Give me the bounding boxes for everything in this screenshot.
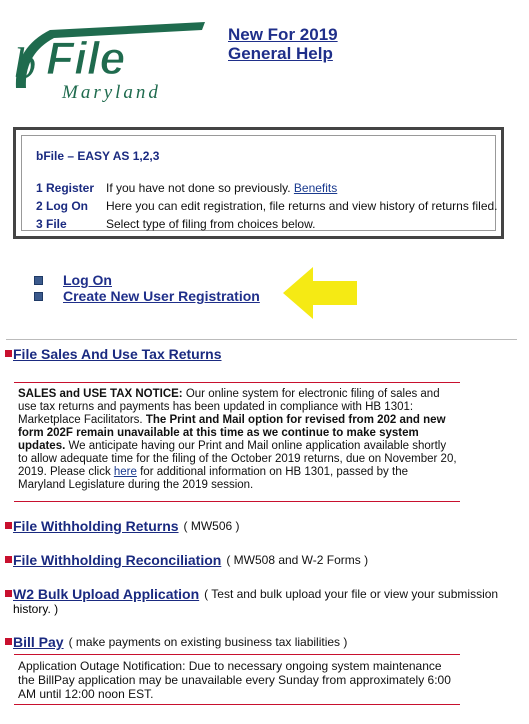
file-sales-use-tax-link[interactable]: File Sales And Use Tax Returns	[13, 347, 222, 362]
file-withholding-reconciliation-link[interactable]: File Withholding Reconciliation	[13, 553, 221, 568]
bullet-icon	[34, 291, 43, 301]
divider	[14, 704, 460, 705]
bfile-maryland-logo: b File Maryland	[14, 22, 205, 102]
bullet-icon	[34, 275, 43, 285]
general-help-link[interactable]: General Help	[228, 44, 338, 63]
left-arrow-icon	[283, 267, 357, 319]
w2-aside-cont: history. )	[13, 602, 59, 616]
svg-text:File: File	[46, 32, 125, 84]
sales-tax-notice: SALES and USE TAX NOTICE: Our online sys…	[18, 388, 457, 491]
billpay-outage-notice: Application Outage Notification: Due to …	[18, 659, 451, 701]
bill-pay-link[interactable]: Bill Pay	[13, 635, 64, 650]
list-item: Log On	[34, 272, 260, 288]
divider	[14, 654, 460, 655]
red-square-icon	[5, 590, 12, 597]
svg-text:b: b	[14, 39, 36, 88]
here-link[interactable]: here	[114, 466, 137, 478]
easy-steps-box: bFile – EASY AS 1,2,3 1 Register If you …	[13, 127, 504, 239]
list-item: Create New User Registration	[34, 288, 260, 304]
red-square-icon	[5, 350, 12, 357]
divider	[6, 339, 517, 340]
billpay-section: Bill Pay ( make payments on existing bus…	[5, 635, 519, 650]
easy-steps-title: bFile – EASY AS 1,2,3	[36, 149, 160, 163]
withholding-section: File Withholding Returns ( MW506 )	[5, 519, 519, 534]
w2-section: W2 Bulk Upload Application ( Test and bu…	[5, 587, 519, 617]
divider	[14, 501, 460, 502]
sales-section: File Sales And Use Tax Returns	[5, 347, 519, 362]
red-square-icon	[5, 556, 12, 563]
divider	[14, 382, 460, 383]
file-withholding-returns-link[interactable]: File Withholding Returns	[13, 519, 179, 534]
create-registration-link[interactable]: Create New User Registration	[63, 288, 260, 304]
red-square-icon	[5, 522, 12, 529]
log-on-link[interactable]: Log On	[63, 272, 112, 288]
w2-bulk-upload-link[interactable]: W2 Bulk Upload Application	[13, 587, 199, 602]
new-for-2019-link[interactable]: New For 2019	[228, 25, 338, 44]
login-links: Log On Create New User Registration	[34, 272, 260, 304]
benefits-link[interactable]: Benefits	[294, 181, 337, 195]
svg-text:Maryland: Maryland	[61, 82, 161, 102]
reconciliation-section: File Withholding Reconciliation ( MW508 …	[5, 553, 519, 568]
red-square-icon	[5, 638, 12, 645]
